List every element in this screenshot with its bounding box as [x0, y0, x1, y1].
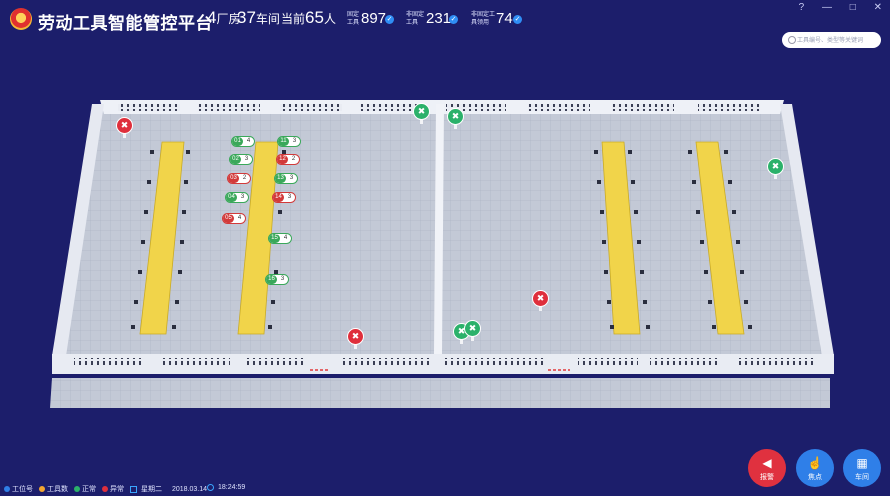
wrench-icon[interactable]: ✖ — [767, 158, 784, 179]
wrench-icon[interactable]: ✖ — [447, 108, 464, 129]
speaker-icon: ◀ — [762, 456, 772, 470]
legend-item-normal: 正常 — [74, 484, 96, 494]
front-wall-vents — [74, 358, 816, 366]
map-legend: 工位号 工具数 正常 异常 — [4, 484, 130, 494]
workstation-tag[interactable]: 14 3 — [272, 192, 296, 203]
wrench-icon[interactable]: ✖ — [464, 320, 481, 341]
time-display: 18:24:59 — [207, 484, 245, 491]
workstation-tag[interactable]: 01 4 — [231, 136, 255, 147]
wrench-icon[interactable]: ✖ — [532, 290, 549, 311]
date: 2018.03.14 — [172, 485, 208, 493]
building-icon: ▦ — [856, 456, 868, 470]
legend-item-tool-count: 工具数 — [39, 484, 68, 494]
workstation-tag[interactable]: 05 4 — [222, 213, 246, 224]
wrench-icon[interactable]: ✖ — [347, 328, 364, 349]
workstation-tag[interactable]: 12 2 — [276, 154, 300, 165]
tap-icon: ☝ — [807, 456, 823, 470]
workshop-button[interactable]: ▦ 车间 — [843, 449, 881, 487]
outer-apron — [50, 378, 830, 408]
legend-item-workstation: 工位号 — [4, 484, 33, 494]
calendar-icon — [130, 485, 137, 493]
alarm-button[interactable]: ◀ 报警 — [748, 449, 786, 487]
time: 18:24:59 — [218, 484, 246, 491]
wrench-icon[interactable]: ✖ — [413, 103, 430, 124]
workstation-tag[interactable]: 11 3 — [277, 136, 301, 147]
workstation-tag[interactable]: 02 3 — [229, 154, 253, 165]
workstation-tag[interactable]: 04 3 — [225, 192, 249, 203]
legend-item-abnormal: 异常 — [102, 484, 124, 494]
workstation-tag[interactable]: 16 3 — [265, 274, 289, 285]
factory-floor-map[interactable] — [0, 0, 890, 496]
date-display: 星期二 2018.03.14 — [130, 484, 207, 494]
wrench-icon[interactable]: ✖ — [116, 117, 133, 138]
workstation-tag[interactable]: 15 4 — [268, 233, 292, 244]
weekday: 星期二 — [141, 486, 162, 493]
clock-icon — [207, 484, 214, 491]
workstation-tag[interactable]: 03 2 — [227, 173, 251, 184]
workstation-tag[interactable]: 13 3 — [274, 173, 298, 184]
focus-button[interactable]: ☝ 焦点 — [796, 449, 834, 487]
